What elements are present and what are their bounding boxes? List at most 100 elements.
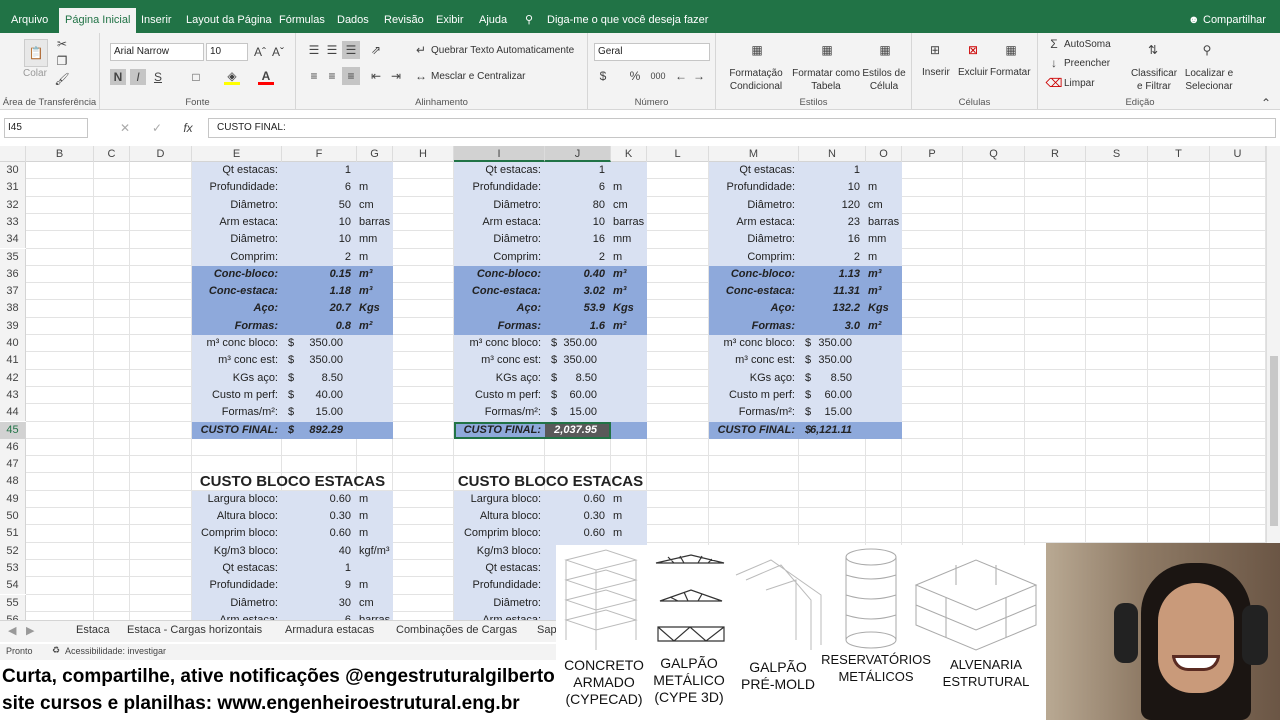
lower-value[interactable]: 0.60 [545,525,605,542]
param-unit[interactable]: m [359,179,409,196]
param-label[interactable]: Comprim: [709,249,795,266]
menu-insert[interactable]: Inserir [141,8,172,32]
lower-label[interactable]: Altura bloco: [454,508,541,525]
sort-filter-button[interactable]: Classificar e Filtrar [1128,67,1180,93]
lower-unit[interactable]: m [359,577,419,594]
column-header[interactable]: P [902,146,963,162]
row-header[interactable]: 40 [0,335,26,353]
row-header[interactable]: 49 [0,490,26,508]
column-header[interactable]: Q [963,146,1025,162]
cancel-icon[interactable]: ✕ [118,120,132,136]
cell-styles-icon[interactable]: ▦ [874,39,896,61]
cost-value[interactable]: 60.00 [545,387,597,404]
format-cells-button[interactable]: Formatar [990,67,1031,78]
conditional-format-button[interactable]: Formatação Condicional [728,67,784,93]
lower-label[interactable]: Comprim bloco: [192,525,278,542]
cost-value[interactable]: 8.50 [545,370,597,387]
lower-label[interactable]: Profundidade: [454,577,542,594]
lower-label[interactable]: Altura bloco: [192,508,278,525]
param-value[interactable]: 2 [799,249,860,266]
share-button[interactable]: Compartilhar [1203,8,1266,32]
cost-label[interactable]: m³ conc est: [454,352,541,369]
param-label[interactable]: Diâmetro: [454,197,541,214]
param-value[interactable]: 120 [799,197,860,214]
row-header[interactable]: 54 [0,577,26,595]
menu-home[interactable]: Página Inicial [59,8,137,34]
align-right-icon[interactable]: ≡ [342,67,360,85]
menu-help[interactable]: Ajuda [479,8,507,32]
orientation-icon[interactable]: ⇗ [368,43,384,57]
param-value[interactable]: 2 [545,249,605,266]
row-header[interactable]: 33 [0,213,26,232]
cost-value[interactable]: 15.00 [799,404,852,421]
lower-label[interactable]: Largura bloco: [454,491,541,508]
result-unit[interactable]: m³ [868,266,918,283]
result-label[interactable]: Formas: [454,318,541,335]
sheet-tab-cargas-horizontais[interactable]: Estaca - Cargas horizontais [127,624,262,636]
param-unit[interactable]: cm [359,197,409,214]
result-unit[interactable]: m² [613,318,663,335]
lower-unit[interactable]: m [359,491,419,508]
clear-button[interactable]: Limpar [1064,78,1095,89]
result-label[interactable]: Formas: [192,318,278,335]
row-header[interactable]: 55 [0,594,26,612]
result-label[interactable]: Conc-estaca: [454,283,541,300]
format-table-button[interactable]: Formatar como Tabela [790,67,862,93]
lower-label[interactable]: Largura bloco: [192,491,278,508]
name-box[interactable]: I45 [4,118,88,138]
cut-icon[interactable]: ✂ [56,37,68,51]
param-value[interactable]: 10 [282,231,351,248]
menu-view[interactable]: Exibir [436,8,464,32]
percent-icon[interactable]: % [628,69,642,83]
align-bottom-icon[interactable]: ☰ [342,41,360,59]
column-header[interactable]: L [647,146,709,162]
column-header[interactable]: G [357,146,393,162]
result-unit[interactable]: m³ [613,283,663,300]
cost-value[interactable]: 8.50 [282,370,343,387]
increase-decimal-icon[interactable]: ← [674,69,688,83]
param-label[interactable]: Diâmetro: [192,197,278,214]
row-header[interactable]: 47 [0,456,26,474]
row-header[interactable]: 30 [0,162,26,180]
align-center-icon[interactable]: ≡ [324,69,340,83]
column-header[interactable]: I [454,146,545,162]
param-value[interactable]: 2 [282,249,351,266]
param-label[interactable]: Diâmetro: [709,231,795,248]
param-label[interactable]: Profundidade: [454,179,542,196]
delete-cells-button[interactable]: Excluir [958,67,988,78]
enter-icon[interactable]: ✓ [150,120,164,136]
result-unit[interactable]: m³ [613,266,663,283]
result-label[interactable]: Formas: [709,318,795,335]
param-unit[interactable]: m [359,249,409,266]
font-name-select[interactable]: Arial Narrow [110,43,204,61]
row-header[interactable]: 53 [0,559,26,578]
cost-value[interactable]: 350.00 [545,352,597,369]
row-header[interactable]: 39 [0,317,26,335]
align-top-icon[interactable]: ☰ [306,43,322,57]
currency-icon[interactable]: $ [596,69,610,83]
column-header[interactable]: B [26,146,94,162]
row-header[interactable]: 45 [0,421,26,439]
column-header[interactable]: H [393,146,454,162]
result-label[interactable]: Aço: [709,300,795,317]
param-value[interactable]: 16 [799,231,860,248]
lower-label[interactable]: Arm estaca: [454,612,541,620]
param-label[interactable]: Profundidade: [709,179,796,196]
lower-value[interactable]: 40 [282,543,351,560]
param-label[interactable]: Arm estaca: [709,214,795,231]
param-value[interactable]: 1 [282,162,351,179]
row-header[interactable]: 37 [0,283,26,301]
param-unit[interactable]: m [613,249,663,266]
param-unit[interactable]: mm [359,231,409,248]
param-unit[interactable] [613,162,663,179]
cost-label[interactable]: m³ conc bloco: [192,335,278,352]
param-unit[interactable] [868,162,918,179]
param-label[interactable]: Arm estaca: [454,214,541,231]
row-header[interactable]: 36 [0,265,26,284]
share-icon[interactable]: ☻ [1188,8,1200,32]
lower-value[interactable]: 0.30 [282,508,351,525]
scrollbar-thumb[interactable] [1270,356,1278,526]
row-header[interactable]: 32 [0,196,26,214]
column-header[interactable]: F [282,146,357,162]
increase-indent-icon[interactable]: ⇥ [388,69,404,83]
